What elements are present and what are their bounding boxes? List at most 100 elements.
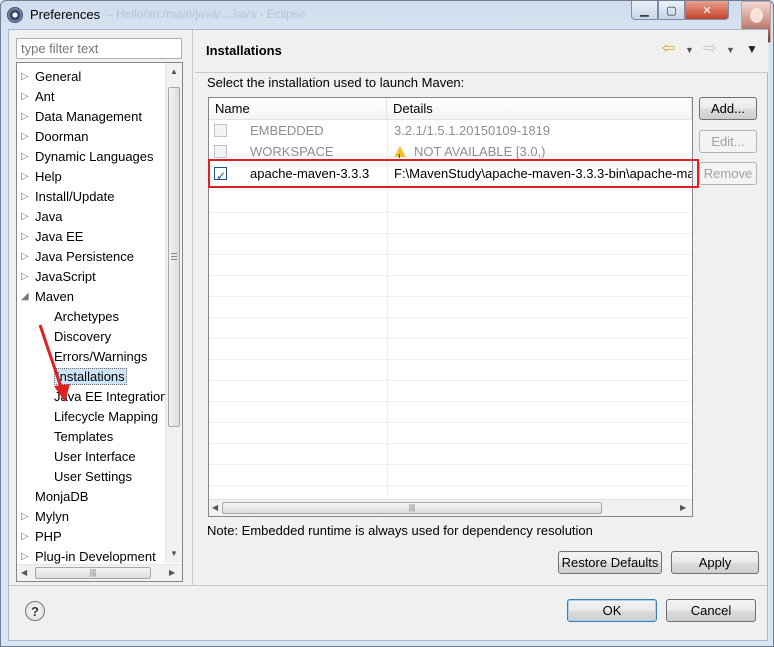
collapsed-icon[interactable]: ▷ <box>21 67 29 87</box>
restore-defaults-button[interactable]: Restore Defaults <box>558 551 662 574</box>
table-row[interactable]: apache-maven-3.3.3 F:\MavenStudy\apache-… <box>209 162 693 188</box>
tree-item[interactable]: ◢ Maven <box>21 287 75 307</box>
tree-item-label: Install/Update <box>35 189 115 204</box>
forward-history-dropdown[interactable]: ▼ <box>726 45 735 55</box>
tree-hscroll-thumb[interactable]: ||| <box>35 567 151 579</box>
tree-item-label: General <box>35 69 82 84</box>
installation-details-cell: NOT AVAILABLE [3.0,) <box>394 141 546 168</box>
tree-item-label: User Settings <box>54 469 133 484</box>
column-header-name[interactable]: Name <box>209 98 387 120</box>
collapsed-icon[interactable]: ▷ <box>21 227 29 247</box>
tree-item[interactable]: ▷ Help <box>21 167 62 187</box>
close-icon: ✕ <box>702 4 712 17</box>
tree-item-label: MonjaDB <box>35 489 89 504</box>
tree-item[interactable]: ▷ JavaScript <box>21 267 96 287</box>
collapsed-icon[interactable]: ▷ <box>21 507 29 527</box>
installation-details: F:\MavenStudy\apache-maven-3.3.3-bin\apa… <box>394 166 693 181</box>
table-horizontal-scrollbar[interactable]: ◀ ||| ▶ <box>209 499 692 516</box>
tree-item[interactable]: ▷ Mylyn <box>21 507 69 527</box>
collapsed-icon[interactable]: ▷ <box>21 187 29 207</box>
ok-button[interactable]: OK <box>567 599 657 622</box>
collapsed-icon[interactable]: ▷ <box>21 127 29 147</box>
tree-item[interactable]: User Settings <box>54 467 132 487</box>
tree-item[interactable]: Java EE Integration <box>54 387 167 407</box>
collapsed-icon[interactable]: ▷ <box>21 267 29 287</box>
column-header-details[interactable]: Details <box>387 98 692 120</box>
back-arrow-icon[interactable]: ⇦ <box>662 41 675 57</box>
tree-item[interactable]: ▷ Ant <box>21 87 55 107</box>
tree-horizontal-scrollbar[interactable]: ◀ ||| ▶ <box>17 564 182 581</box>
collapsed-icon[interactable]: ▷ <box>21 147 29 167</box>
tree-item-label: Ant <box>35 89 55 104</box>
tree-item[interactable]: User Interface <box>54 447 136 467</box>
maximize-icon: ▢ <box>666 4 677 17</box>
tree-item-label: User Interface <box>54 449 136 464</box>
tree-item[interactable]: MonjaDB <box>35 487 88 507</box>
tree-item[interactable]: ▷ Install/Update <box>21 187 115 207</box>
maximize-button[interactable]: ▢ <box>658 1 685 20</box>
tree-item[interactable]: ▷ Java EE <box>21 227 83 247</box>
scroll-left-icon[interactable]: ◀ <box>21 568 27 577</box>
note-text: Note: Embedded runtime is always used fo… <box>207 523 593 538</box>
tree-item[interactable]: ▷ General <box>21 67 82 87</box>
apply-button[interactable]: Apply <box>671 551 759 574</box>
forward-arrow-icon[interactable]: ⇨ <box>703 41 716 57</box>
collapsed-icon[interactable]: ▷ <box>21 247 29 267</box>
tree-item[interactable]: ▷ PHP <box>21 527 62 547</box>
tree-item[interactable]: ▷ Java <box>21 207 62 227</box>
warning-icon <box>394 146 406 168</box>
view-menu-icon[interactable]: ▼ <box>746 42 758 56</box>
help-icon[interactable]: ? <box>25 601 45 621</box>
collapsed-icon[interactable]: ▷ <box>21 527 29 547</box>
tree-item[interactable]: ▷ Java Persistence <box>21 247 134 267</box>
sash[interactable] <box>192 30 193 585</box>
tree-item[interactable]: Templates <box>54 427 113 447</box>
table-row[interactable]: EMBEDDED 3.2.1/1.5.1.20150109-1819 <box>209 120 692 141</box>
close-button[interactable]: ✕ <box>685 1 729 20</box>
tree-item-label: JavaScript <box>35 269 96 284</box>
scroll-up-icon[interactable]: ▲ <box>170 67 178 76</box>
minimize-button[interactable]: ▁ <box>631 1 658 20</box>
dialog-body: ▷ General ▷ Ant ▷ Data Management ▷ Doorman ▷ Dyn… <box>8 29 768 641</box>
installation-details: NOT AVAILABLE [3.0,) <box>414 144 546 159</box>
tree-item-label: Java EE Integration <box>54 389 168 404</box>
tree-item[interactable]: Lifecycle Mapping <box>54 407 158 427</box>
tree-scroll-thumb[interactable] <box>168 87 180 427</box>
expanded-icon[interactable]: ◢ <box>21 287 29 307</box>
tree-item-label: Java Persistence <box>35 249 134 264</box>
tree-item[interactable]: ▷ Data Management <box>21 107 142 127</box>
red-arrow-annotation <box>38 324 70 402</box>
filter-input[interactable] <box>16 38 182 59</box>
installation-name: apache-maven-3.3.3 <box>250 166 370 181</box>
tree-vertical-scrollbar[interactable]: ▲ ▼ <box>165 63 182 563</box>
scroll-down-icon[interactable]: ▼ <box>170 549 178 558</box>
add-button[interactable]: Add... <box>699 97 757 120</box>
tree-item[interactable]: ▷ Dynamic Languages <box>21 147 154 167</box>
page-description: Select the installation used to launch M… <box>207 75 465 90</box>
tree-item[interactable]: ▷ Doorman <box>21 127 88 147</box>
edit-button[interactable]: Edit... <box>699 130 757 153</box>
button-bar-separator <box>9 585 767 586</box>
back-history-dropdown[interactable]: ▼ <box>685 45 694 55</box>
row-checkbox[interactable] <box>214 124 227 137</box>
tree-item-label: Maven <box>35 289 75 304</box>
installations-table[interactable]: Name Details EMBEDDED 3.2.1/1.5.1.201501… <box>208 97 693 517</box>
row-checkbox[interactable] <box>214 145 227 158</box>
installation-name: EMBEDDED <box>250 123 324 138</box>
window-controls: ▁ ▢ ✕ <box>631 1 729 20</box>
collapsed-icon[interactable]: ▷ <box>21 107 29 127</box>
collapsed-icon[interactable]: ▷ <box>21 207 29 227</box>
row-checkbox[interactable] <box>214 164 227 188</box>
tree-item-label: Data Management <box>35 109 142 124</box>
cancel-button[interactable]: Cancel <box>666 599 756 622</box>
table-hscroll-thumb[interactable]: ||| <box>222 502 602 514</box>
collapsed-icon[interactable]: ▷ <box>21 167 29 187</box>
eclipse-icon <box>7 7 23 23</box>
scroll-left-icon[interactable]: ◀ <box>212 503 218 512</box>
scroll-right-icon[interactable]: ▶ <box>169 568 175 577</box>
scroll-right-icon[interactable]: ▶ <box>680 503 686 512</box>
tree-item-label: Lifecycle Mapping <box>54 409 159 424</box>
remove-button[interactable]: Remove <box>699 162 757 185</box>
table-row[interactable]: WORKSPACE NOT AVAILABLE [3.0,) <box>209 141 692 168</box>
collapsed-icon[interactable]: ▷ <box>21 87 29 107</box>
